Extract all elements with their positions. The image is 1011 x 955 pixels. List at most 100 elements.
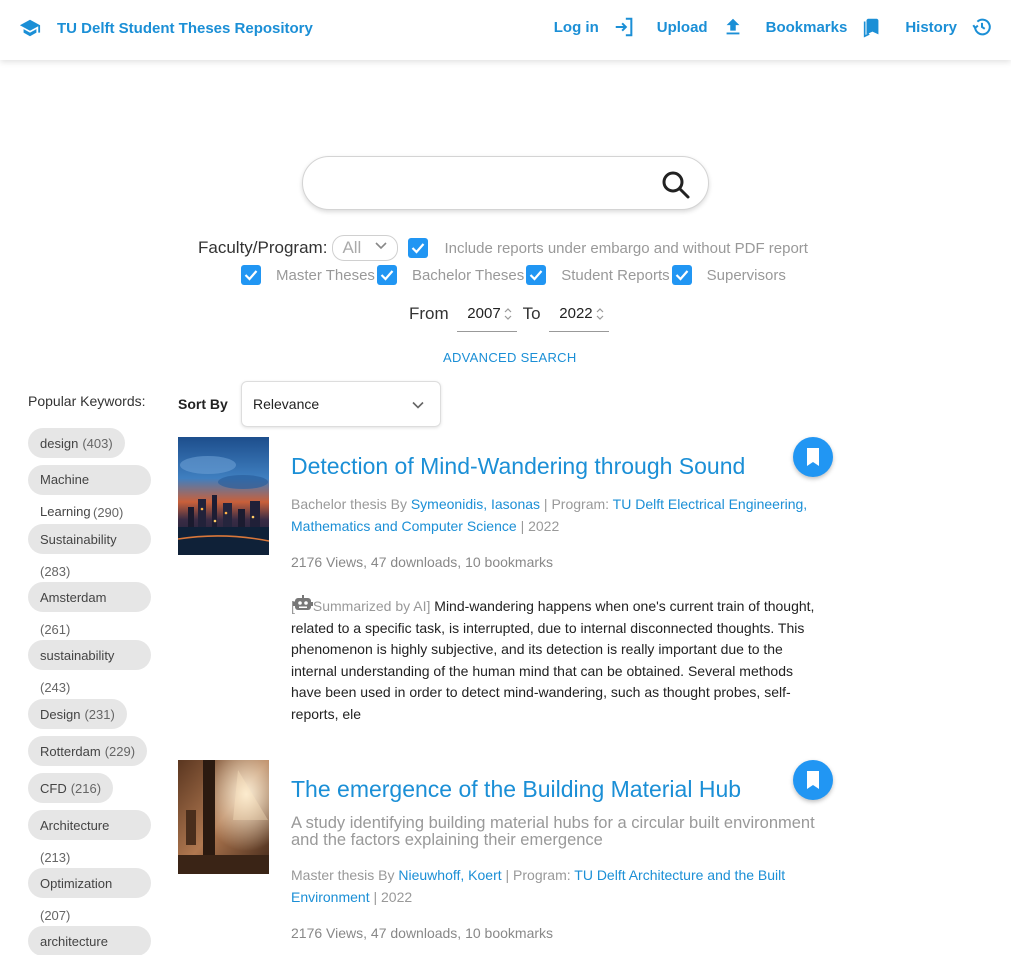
bachelor-theses-label: Bachelor Theses (411, 266, 525, 284)
keyword-count: (213) (40, 850, 71, 865)
sort-by-label: Sort By (178, 396, 228, 412)
separator: | (505, 867, 510, 883)
chevron-down-icon (412, 401, 424, 409)
brand[interactable]: TU Delft Student Theses Repository (19, 17, 313, 39)
keyword-count: (403) (82, 435, 113, 451)
checkmark-icon (675, 270, 688, 281)
login-icon[interactable] (613, 16, 635, 38)
login-label[interactable]: Log in (554, 19, 599, 36)
history-label[interactable]: History (905, 19, 957, 36)
author-link[interactable]: Nieuwhoff, Koert (398, 867, 501, 883)
search-bar (302, 156, 709, 210)
keyword-label: Design (40, 706, 81, 722)
master-theses-checkbox[interactable] (241, 265, 261, 285)
keyword-label: architecture (40, 933, 108, 949)
top-header: TU Delft Student Theses Repository Log i… (0, 0, 1011, 60)
site-title[interactable]: TU Delft Student Theses Repository (57, 20, 313, 37)
student-reports-checkbox[interactable] (526, 265, 547, 285)
result-title[interactable]: Detection of Mind-Wandering through Soun… (291, 453, 745, 480)
search-input[interactable] (323, 169, 643, 199)
result-card: Detection of Mind-Wandering through Soun… (178, 437, 838, 737)
keyword-label: CFD (40, 780, 67, 796)
keyword-chip[interactable]: Architecture (28, 810, 151, 840)
bookmark-button[interactable] (793, 760, 833, 800)
embargo-checkbox[interactable] (408, 238, 429, 258)
keyword-chip[interactable]: Machine Learning (28, 465, 151, 519)
keyword-chip[interactable]: architecture (28, 926, 151, 955)
from-label: From (409, 304, 449, 323)
sort-select[interactable]: Relevance (241, 381, 441, 427)
to-year-input[interactable]: 2022 (548, 296, 609, 332)
author-link[interactable]: Symeonidis, Iasonas (411, 496, 540, 512)
keyword-chip[interactable]: Rotterdam (229) (28, 736, 148, 766)
separator: | (373, 889, 378, 905)
master-theses-label: Master Theses (276, 266, 375, 284)
checkmark-icon (380, 270, 394, 281)
bachelor-theses-checkbox[interactable] (376, 265, 397, 285)
result-stats: 2176 Views, 47 downloads, 10 bookmarks (291, 554, 554, 570)
supervisors-checkbox[interactable] (671, 265, 692, 285)
bookmark-icon (807, 448, 819, 466)
keyword-chip[interactable]: Design (231) (28, 699, 127, 729)
embargo-label: Include reports under embargo and withou… (444, 239, 808, 257)
upload-label[interactable]: Upload (657, 19, 708, 36)
bookmark-button[interactable] (793, 437, 833, 477)
keyword-chip[interactable]: Sustainability (28, 524, 151, 554)
upload-link[interactable]: Upload (657, 16, 744, 38)
keyword-count: (290) (93, 505, 124, 520)
graduation-cap-icon (19, 19, 41, 37)
ai-summary-label: Summarized by AI] (312, 598, 431, 614)
result-stats: 2176 Views, 47 downloads, 10 bookmarks (291, 925, 554, 941)
history-icon[interactable] (971, 16, 993, 38)
spinner-icon[interactable] (503, 306, 513, 322)
result-title[interactable]: The emergence of the Building Material H… (291, 776, 741, 803)
type-filter-row: Master Theses Bachelor Theses Student Re… (241, 262, 786, 288)
bookmarks-link[interactable]: Bookmarks (766, 16, 884, 38)
result-meta: Bachelor thesis By Symeonidis, Iasonas |… (291, 493, 836, 537)
keyword-chip[interactable]: Optimization (28, 868, 151, 898)
checkmark-icon (412, 243, 425, 254)
faculty-select[interactable]: All (332, 235, 399, 261)
thesis-type: Bachelor thesis By (291, 496, 407, 512)
bookmarks-label[interactable]: Bookmarks (766, 19, 848, 36)
thesis-thumbnail[interactable] (178, 760, 269, 874)
thesis-thumbnail[interactable] (178, 437, 269, 555)
chevron-down-icon (375, 242, 388, 250)
from-year-value: 2007 (467, 305, 501, 322)
keyword-count: (207) (40, 908, 71, 923)
popular-keywords-title: Popular Keywords: (28, 393, 146, 409)
program-label: Program: (513, 867, 571, 883)
keyword-label: sustainability (40, 647, 115, 663)
spinner-icon[interactable] (595, 306, 605, 322)
year: 2022 (381, 889, 413, 905)
result-subtitle: A study identifying building material hu… (291, 814, 815, 849)
supervisors-label: Supervisors (706, 266, 786, 284)
search-icon[interactable] (660, 169, 692, 201)
faculty-filter-row: Faculty/Program: All Include reports und… (198, 234, 808, 262)
keyword-count: (229) (104, 743, 136, 759)
upload-icon[interactable] (722, 16, 744, 38)
program-label: Program: (551, 496, 610, 512)
keyword-chip[interactable]: CFD (216) (28, 773, 114, 803)
history-link[interactable]: History (905, 16, 993, 38)
faculty-label: Faculty/Program: (198, 238, 328, 257)
popular-keywords-sidebar: Popular Keywords: (28, 393, 158, 426)
keyword-label: Amsterdam (40, 589, 107, 605)
login-link[interactable]: Log in (554, 16, 635, 38)
keyword-chip[interactable]: Amsterdam (28, 582, 151, 612)
from-year-input[interactable]: 2007 (456, 296, 517, 332)
separator: | (543, 496, 548, 512)
keyword-count: (243) (40, 680, 71, 695)
keyword-label: Architecture (40, 817, 110, 833)
year: 2022 (528, 518, 560, 534)
keyword-count: (231) (84, 706, 115, 722)
bookmark-icon (807, 771, 819, 789)
advanced-search-link[interactable]: ADVANCED SEARCH (443, 350, 577, 365)
bookmarks-icon[interactable] (861, 16, 883, 38)
keyword-chip[interactable]: sustainability (28, 640, 151, 670)
checkmark-icon (244, 270, 258, 281)
sort-select-value: Relevance (253, 396, 320, 412)
summary-text: Mind-wandering happens when one's curren… (291, 598, 815, 722)
keyword-chip[interactable]: design (403) (28, 428, 125, 458)
result-summary: [ Summarized by AI] Mind-wandering happe… (291, 595, 821, 726)
